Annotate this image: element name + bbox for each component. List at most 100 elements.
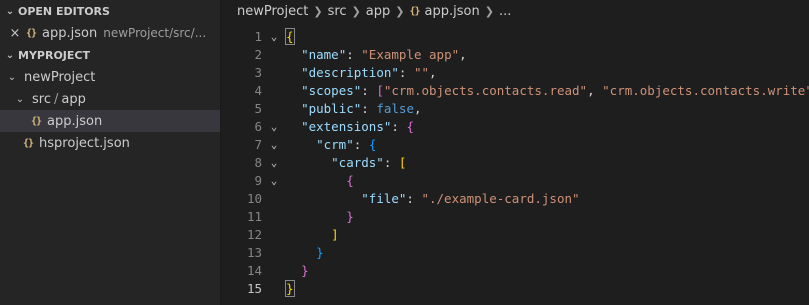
fold-chevron-icon[interactable]: ⌄ — [262, 174, 286, 187]
code-token: { — [406, 118, 414, 134]
line-number: 12 — [246, 226, 262, 242]
open-editors-header[interactable]: ⌄ OPEN EDITORS — [0, 0, 220, 22]
line-number: 7 — [254, 136, 262, 152]
code-line-content: "extensions": { — [286, 119, 414, 134]
breadcrumb-item[interactable]: newProject — [237, 4, 308, 19]
code-line[interactable]: 4 "scopes": ["crm.objects.contacts.read"… — [221, 81, 809, 99]
code-token: : — [361, 82, 377, 98]
json-file-icon: {} — [26, 27, 37, 39]
json-file-icon: {} — [409, 5, 420, 17]
chevron-right-icon: ❯ — [395, 4, 405, 18]
line-number: 11 — [246, 208, 262, 224]
code-token: [ — [398, 154, 407, 170]
code-token: : — [346, 46, 362, 62]
line-number: 14 — [246, 262, 262, 278]
line-number: 9 — [254, 172, 262, 188]
code-line-content: { — [285, 27, 295, 45]
json-file-icon: {} — [23, 137, 34, 149]
code-line[interactable]: 7 ⌄ "crm": { — [221, 135, 809, 153]
code-token: { — [368, 136, 377, 152]
code-token: } — [316, 244, 324, 260]
fold-chevron-icon[interactable]: ⌄ — [262, 30, 286, 43]
open-editor-description: newProject/src/... — [103, 26, 207, 40]
code-token: : — [406, 190, 422, 206]
code-line-content: } — [286, 209, 354, 224]
code-token: : — [353, 136, 369, 152]
explorer-sidebar: ⌄ OPEN EDITORS × {} app.json newProject/… — [0, 0, 221, 305]
code-token: , — [429, 64, 437, 80]
fold-chevron-icon[interactable]: ⌄ — [262, 156, 286, 169]
line-number: 6 — [254, 118, 262, 134]
code-token: : — [391, 118, 407, 134]
line-number: 2 — [254, 46, 262, 62]
code-token: [ — [376, 82, 384, 98]
project-header[interactable]: ⌄ MYPROJECT — [0, 44, 220, 66]
code-line[interactable]: 13 } — [221, 243, 809, 261]
line-number: 15 — [246, 280, 262, 296]
breadcrumb-file[interactable]: app.json — [425, 4, 480, 19]
tree-folder-label-app: app — [61, 91, 86, 107]
code-line[interactable]: 3 "description": "", — [221, 63, 809, 81]
chevron-right-icon: ❯ — [351, 4, 361, 18]
code-editor[interactable]: 1 ⌄{2 "name": "Example app", 3 "descriptio… — [221, 27, 809, 297]
path-separator: / — [53, 91, 59, 107]
code-line[interactable]: 6 ⌄ "extensions": { — [221, 117, 809, 135]
code-line[interactable]: 5 "public": false, — [221, 99, 809, 117]
fold-chevron-icon[interactable]: ⌄ — [262, 120, 286, 133]
code-line[interactable]: 14 } — [221, 261, 809, 279]
code-line-content: "crm": { — [286, 137, 376, 152]
code-token: } — [301, 262, 309, 278]
code-line[interactable]: 8 ⌄ "cards": [ — [221, 153, 809, 171]
code-token: "Example app" — [361, 46, 460, 62]
tree-folder-newproject[interactable]: ⌄ newProject — [0, 66, 220, 88]
line-number: 1 — [254, 28, 262, 44]
chevron-down-icon: ⌄ — [7, 71, 17, 83]
code-line-content: } — [286, 263, 309, 278]
code-token: "crm.objects.contacts.read" — [383, 82, 588, 98]
tree-folder-src-app[interactable]: ⌄ src / app — [0, 88, 220, 110]
code-token: "cards" — [331, 154, 384, 170]
open-editor-item-app-json[interactable]: × {} app.json newProject/src/... — [0, 22, 220, 44]
line-number: 3 — [254, 64, 262, 80]
code-token: "extensions" — [301, 118, 392, 134]
code-token: "" — [413, 64, 430, 80]
open-editor-filename: app.json — [42, 25, 98, 41]
code-line[interactable]: 11 } — [221, 207, 809, 225]
code-token: "./example-card.json" — [421, 190, 580, 206]
code-line-content: "cards": [ — [286, 155, 406, 170]
tree-file-hsproject-json[interactable]: {} hsproject.json — [0, 132, 220, 154]
code-line[interactable]: 12 ] — [221, 225, 809, 243]
code-token: , — [459, 46, 467, 62]
code-token: "scopes" — [301, 82, 362, 98]
chevron-down-icon: ⌄ — [15, 93, 25, 105]
breadcrumb-item[interactable]: app — [366, 4, 390, 19]
breadcrumb-more[interactable]: ... — [499, 4, 511, 19]
code-line[interactable]: 1 ⌄{ — [221, 27, 809, 45]
line-number: 8 — [254, 154, 262, 170]
fold-chevron-icon[interactable]: ⌄ — [262, 138, 286, 151]
editor-pane: newProject ❯ src ❯ app ❯ {} app.json ❯ .… — [221, 0, 809, 305]
code-line[interactable]: 2 "name": "Example app", — [221, 45, 809, 63]
code-token: { — [346, 172, 354, 188]
close-icon[interactable]: × — [8, 26, 22, 41]
line-number: 4 — [254, 82, 262, 98]
code-token: ] — [331, 226, 339, 242]
code-line[interactable]: 15} — [221, 279, 809, 297]
tree-file-app-json[interactable]: {} app.json — [0, 110, 220, 132]
tree-folder-label: newProject — [24, 69, 96, 85]
project-title: MYPROJECT — [18, 48, 90, 62]
code-line[interactable]: 10 "file": "./example-card.json" — [221, 189, 809, 207]
breadcrumb-item[interactable]: src — [328, 4, 347, 19]
workbench: ⌄ OPEN EDITORS × {} app.json newProject/… — [0, 0, 809, 305]
code-token: "crm" — [316, 136, 354, 152]
code-line[interactable]: 9 ⌄ { — [221, 171, 809, 189]
code-token: "name" — [301, 46, 347, 62]
